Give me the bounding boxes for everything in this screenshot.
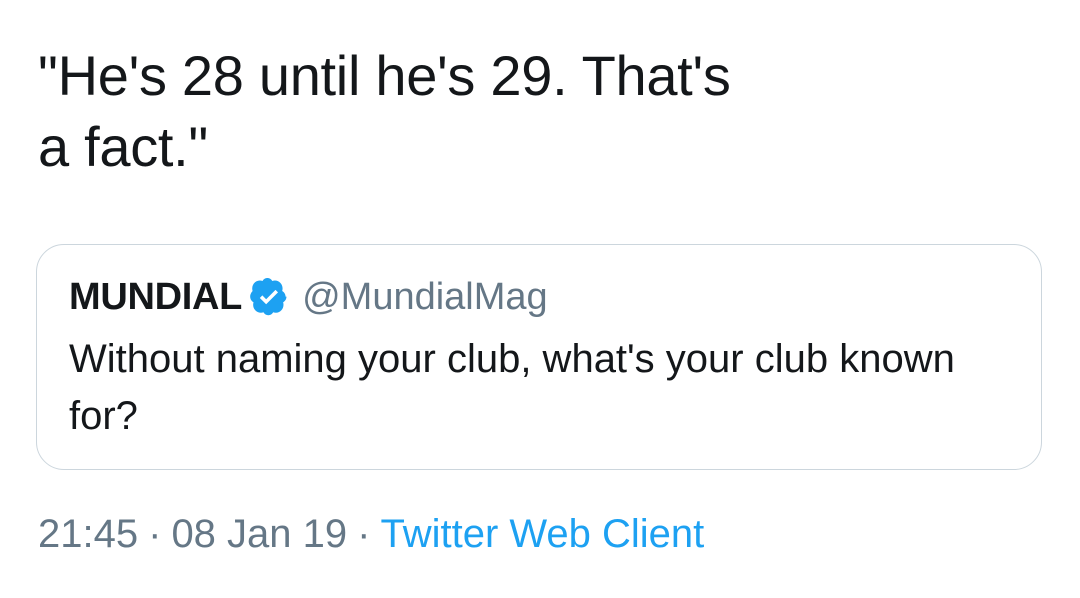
meta-separator: ·	[357, 512, 371, 556]
quoted-tweet-header: MUNDIAL @MundialMag	[69, 275, 548, 319]
tweet-meta: 21:45 · 08 Jan 19 · Twitter Web Client	[38, 512, 704, 557]
meta-separator: ·	[148, 512, 162, 556]
source-link[interactable]: Twitter Web Client	[380, 512, 704, 557]
quoted-author-name[interactable]: MUNDIAL	[69, 276, 242, 319]
quoted-tweet-text: Without naming your club, what's your cl…	[69, 337, 955, 438]
verified-badge-icon	[250, 278, 288, 316]
tweet-date[interactable]: 08 Jan 19	[171, 512, 347, 557]
tweet-text: "He's 28 until he's 29. That's a fact."	[38, 44, 731, 178]
quoted-author-handle[interactable]: @MundialMag	[302, 276, 548, 319]
tweet-time[interactable]: 21:45	[38, 512, 138, 557]
quoted-tweet-card[interactable]: MUNDIAL @MundialMag Without naming your …	[36, 244, 1042, 470]
